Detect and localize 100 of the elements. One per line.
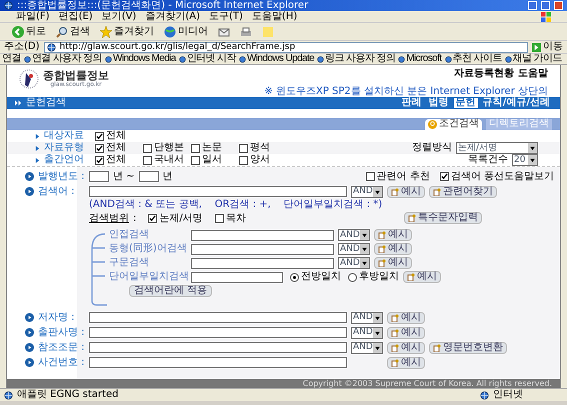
- header-link[interactable]: 자료등록현황: [454, 69, 514, 79]
- convert-button[interactable]: 영문번호변환: [429, 342, 507, 354]
- links-label: 연결: [2, 54, 21, 64]
- browser-icon: [4, 1, 13, 10]
- sub-search-field[interactable]: [191, 244, 334, 254]
- link-item[interactable]: 링크 사용자 정의: [317, 54, 396, 64]
- sub-search-label: 동형(同形)어검색: [109, 244, 187, 254]
- year-field[interactable]: [89, 171, 109, 182]
- checkbox[interactable]: [214, 214, 224, 223]
- site-title: 종합법률정보: [43, 70, 109, 81]
- apply-button[interactable]: 검색어란에 적용: [129, 285, 212, 297]
- example-button[interactable]: 예시: [374, 257, 412, 269]
- checkbox[interactable]: [95, 156, 104, 164]
- option-label: 목차: [226, 214, 246, 224]
- menu-item[interactable]: 보기(V): [102, 12, 136, 22]
- text-field[interactable]: [89, 312, 347, 323]
- example-button[interactable]: 예시: [387, 342, 425, 354]
- document-icon: [378, 245, 386, 253]
- checkbox[interactable]: [148, 214, 158, 223]
- operator-select[interactable]: 논제/서명: [456, 142, 538, 154]
- document-icon: [391, 188, 399, 196]
- checkbox[interactable]: [239, 144, 248, 152]
- play-icon: [25, 313, 34, 322]
- related-words-button[interactable]: 관련어찾기: [429, 186, 497, 198]
- address-field[interactable]: http://glaw.scourt.go.kr/glis/legal_d/SearchFrame.jsp: [44, 42, 528, 52]
- option-label: 전방일치: [301, 272, 341, 282]
- checkbox[interactable]: [239, 156, 248, 164]
- operator-select[interactable]: 20: [512, 154, 538, 166]
- text-field[interactable]: [89, 357, 347, 368]
- toolbar-button[interactable]: 미디어: [164, 26, 208, 38]
- checkbox[interactable]: [95, 132, 104, 140]
- keyword-field[interactable]: [89, 186, 347, 197]
- sub-search-field[interactable]: [191, 230, 334, 240]
- link-item[interactable]: Microsoft: [398, 54, 442, 64]
- header-link[interactable]: 도움말: [518, 69, 548, 79]
- operator-select[interactable]: AND: [351, 312, 383, 324]
- link-item[interactable]: 연결 사용자 정의: [24, 54, 102, 64]
- toolbar-button[interactable]: 즐겨찾기: [100, 26, 154, 38]
- menu-item[interactable]: 편집(E): [58, 12, 93, 22]
- checkbox[interactable]: [95, 144, 104, 152]
- example-button[interactable]: 예시: [387, 312, 425, 324]
- option-label: 평석: [250, 143, 270, 153]
- radio-button[interactable]: [290, 272, 299, 282]
- toolbar-button[interactable]: 뒤로: [12, 26, 46, 38]
- example-button[interactable]: 예시: [387, 326, 425, 338]
- menu-item[interactable]: 도구(T): [209, 12, 243, 22]
- operator-select[interactable]: AND: [351, 186, 383, 198]
- link-item[interactable]: 추천 사이트: [444, 54, 502, 64]
- field-label: 발행년도 :: [38, 172, 85, 182]
- link-item[interactable]: Windows Media: [104, 54, 176, 64]
- checkbox[interactable]: [440, 172, 449, 181]
- nav-tab[interactable]: 판례: [400, 98, 424, 108]
- star-icon: [100, 26, 112, 38]
- example-button[interactable]: 예시: [387, 356, 425, 368]
- example-button[interactable]: 예시: [403, 271, 441, 283]
- checkbox[interactable]: [191, 144, 200, 152]
- link-item[interactable]: 채널 가이드: [504, 54, 562, 64]
- operator-select[interactable]: AND: [351, 326, 383, 338]
- toolbar-button[interactable]: 검색: [56, 26, 90, 38]
- operator-select[interactable]: AND: [338, 229, 370, 241]
- address-label: 주소(D): [4, 42, 40, 52]
- example-button[interactable]: 예시: [374, 243, 412, 255]
- checkbox[interactable]: [191, 156, 200, 164]
- sub-search-field[interactable]: [191, 258, 334, 268]
- text-field[interactable]: [89, 342, 347, 353]
- globe-icon: [164, 26, 176, 38]
- go-button[interactable]: 이동: [532, 42, 563, 52]
- scope-link[interactable]: 검색범위: [89, 214, 129, 224]
- maximize-button[interactable]: [541, 1, 550, 10]
- nav-tab[interactable]: 법령: [426, 98, 451, 108]
- windows-logo-icon: [541, 12, 551, 22]
- search-tab[interactable]: 조건검색: [425, 118, 482, 130]
- radio-button[interactable]: [348, 272, 357, 282]
- special-characters-button[interactable]: 특수문자입력: [404, 212, 482, 224]
- example-button[interactable]: 예시: [374, 229, 412, 241]
- mail-icon: [218, 26, 230, 38]
- link-item[interactable]: Windows Update: [238, 54, 314, 64]
- play-icon: [25, 358, 34, 367]
- example-button[interactable]: 예시: [387, 186, 425, 198]
- checkbox[interactable]: [366, 172, 375, 181]
- nav-tab[interactable]: 규칙/예규/선례: [480, 98, 552, 108]
- operator-select[interactable]: AND: [351, 342, 383, 354]
- sub-search-field[interactable]: [191, 272, 283, 282]
- checkbox[interactable]: [143, 156, 152, 164]
- setting-label: 목록건수: [468, 155, 508, 165]
- operator-select[interactable]: AND: [338, 243, 370, 255]
- year-field[interactable]: [138, 171, 159, 182]
- note-icon: [262, 26, 274, 38]
- menu-item[interactable]: 즐겨찾기(A): [145, 12, 200, 22]
- link-item[interactable]: 인터넷 시작: [178, 54, 236, 64]
- menu-item[interactable]: 파일(F): [16, 12, 50, 22]
- close-button[interactable]: [554, 1, 563, 10]
- court-logo-icon: [19, 69, 39, 89]
- play-icon: [25, 343, 34, 352]
- text-field[interactable]: [89, 327, 347, 338]
- menu-item[interactable]: 도움말(H): [252, 12, 298, 22]
- checkbox[interactable]: [143, 144, 152, 152]
- minimize-button[interactable]: [528, 1, 537, 10]
- operator-select[interactable]: AND: [338, 257, 370, 269]
- setting-label: 정렬방식: [412, 143, 452, 153]
